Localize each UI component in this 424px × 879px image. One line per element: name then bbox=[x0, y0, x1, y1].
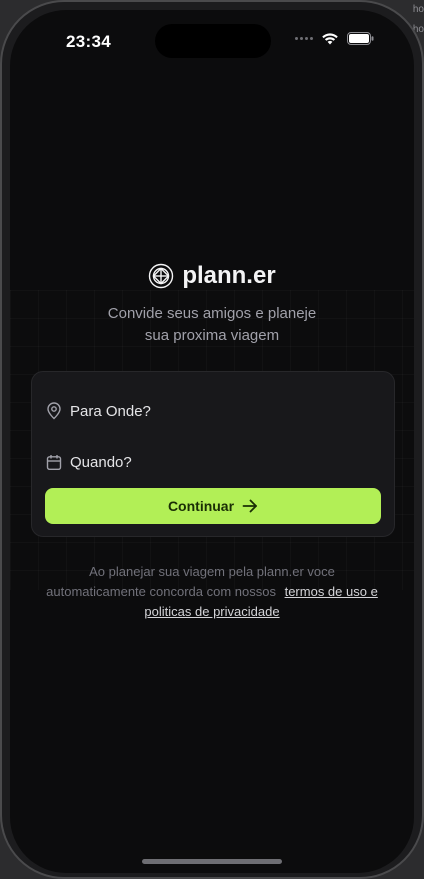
destination-field[interactable] bbox=[46, 402, 360, 420]
terms-notice: Ao planejar sua viagem pela plann.er voc… bbox=[10, 562, 414, 622]
brand-name: plann.er bbox=[182, 262, 276, 289]
arrow-right-icon bbox=[242, 499, 257, 513]
status-time: 23:34 bbox=[66, 32, 111, 51]
terms-text-line: automaticamente concorda com nossos term… bbox=[10, 582, 414, 602]
phone-screen: 23:34 plann.er Convide seus amigos e pla… bbox=[10, 10, 414, 873]
battery-icon bbox=[347, 32, 374, 45]
tagline-line: sua proxima viagem bbox=[144, 327, 280, 344]
continue-button[interactable]: Continuar bbox=[45, 488, 381, 524]
destination-input[interactable] bbox=[70, 402, 360, 420]
tagline: Convide seus amigos e planeje sua proxim… bbox=[10, 303, 414, 347]
terms-text: automaticamente concorda com nossos bbox=[46, 584, 276, 599]
map-pin-icon bbox=[47, 402, 61, 420]
terms-of-use-link[interactable]: termos de uso e bbox=[285, 584, 378, 599]
terms-text-line: Ao planejar sua viagem pela plann.er voc… bbox=[89, 564, 335, 579]
background-text-line: ho bbox=[412, 4, 424, 15]
wifi-icon bbox=[322, 33, 338, 45]
desktop-background: ho ho 23:34 plann.er Convide seus amigos… bbox=[0, 0, 424, 879]
date-input[interactable] bbox=[70, 454, 360, 471]
privacy-policy-link[interactable]: politicas de privacidade bbox=[144, 604, 279, 619]
date-field[interactable] bbox=[46, 454, 360, 471]
phone-frame: 23:34 plann.er Convide seus amigos e pla… bbox=[0, 0, 424, 879]
status-icons bbox=[295, 32, 374, 45]
continue-label: Continuar bbox=[167, 498, 235, 514]
brand-logo: plann.er bbox=[10, 262, 414, 290]
home-indicator[interactable] bbox=[142, 859, 282, 864]
status-bar: 23:34 bbox=[10, 10, 414, 70]
globe-icon bbox=[149, 263, 174, 289]
calendar-icon bbox=[46, 455, 62, 470]
trip-form-card: Continuar bbox=[31, 371, 395, 537]
dynamic-island bbox=[155, 24, 271, 58]
tagline-line: Convide seus amigos e planeje bbox=[107, 305, 317, 322]
cellular-signal-icon bbox=[295, 37, 313, 40]
terms-text-line: politicas de privacidade bbox=[10, 602, 414, 622]
